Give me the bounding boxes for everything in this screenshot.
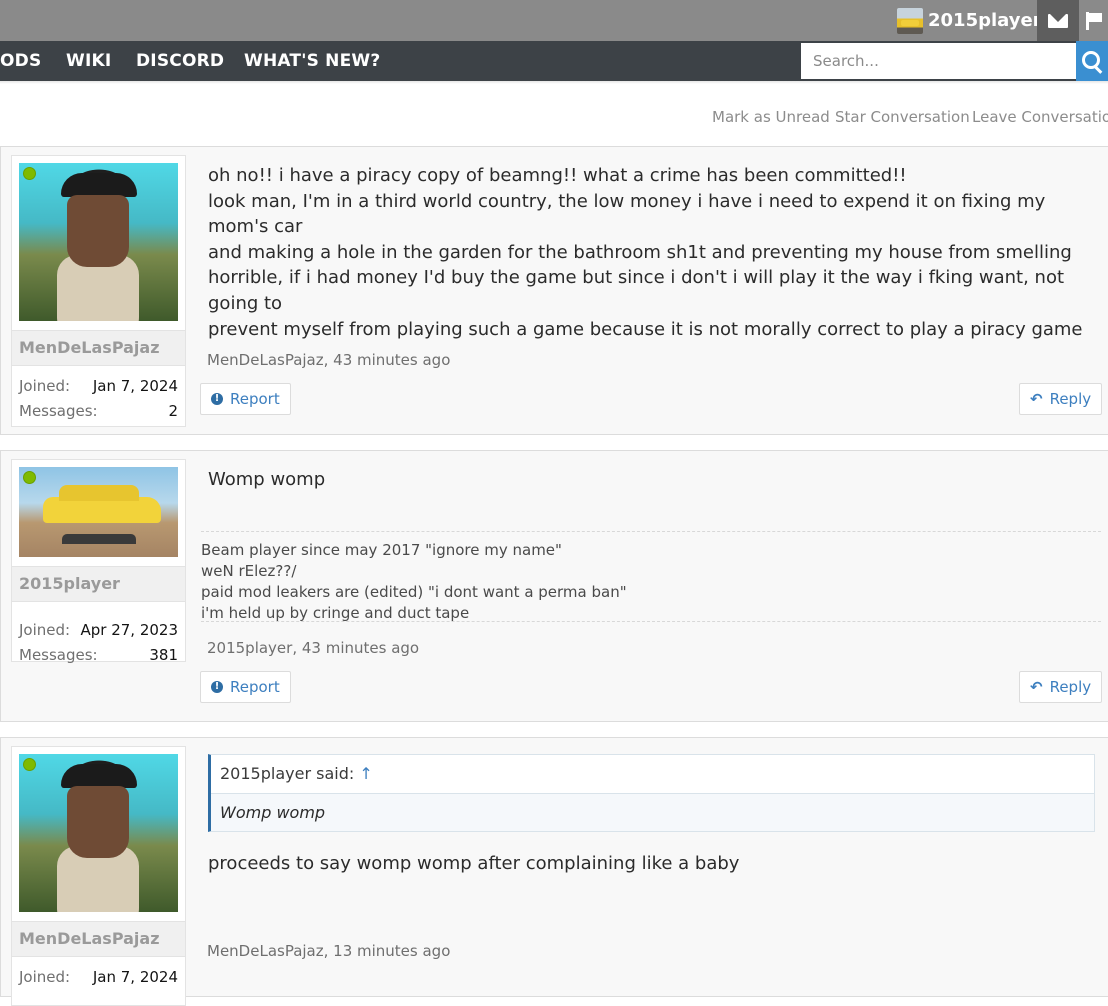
joined-value: Apr 27, 2023 — [80, 621, 178, 639]
signature-line: Beam player since may 2017 "ignore my na… — [201, 541, 562, 559]
report-button[interactable]: ! Report — [200, 383, 291, 415]
signature-line: paid mod leakers are (edited) "i dont wa… — [201, 583, 627, 601]
message-line: Womp womp — [208, 469, 326, 490]
account-username[interactable]: 2015player — [928, 10, 1042, 31]
message-line: prevent myself from playing such a game … — [208, 318, 1083, 340]
nav-item-discord[interactable]: DISCORD — [136, 41, 224, 81]
post-author-name[interactable]: MenDeLasPajaz — [12, 330, 185, 366]
search-button[interactable] — [1076, 41, 1108, 81]
message-line: horrible, if i had money I'd buy the gam… — [208, 267, 1065, 314]
quote-block: 2015player said: ↑ Womp womp — [208, 754, 1095, 832]
post-author-name[interactable]: MenDeLasPajaz — [12, 921, 185, 957]
online-indicator — [23, 471, 36, 484]
user-info-block: MenDeLasPajaz Joined: Jan 7, 2024 — [11, 746, 186, 1006]
joined-value: Jan 7, 2024 — [92, 377, 178, 395]
post-meta[interactable]: MenDeLasPajaz, 43 minutes ago — [207, 351, 450, 369]
avatar[interactable] — [19, 163, 178, 321]
reply-icon: ↶ — [1030, 390, 1043, 408]
leave-conversation-link[interactable]: Leave Conversation — [972, 108, 1108, 126]
message-body: oh no!! i have a piracy copy of beamng!!… — [208, 163, 1098, 342]
alerts-button[interactable] — [1080, 0, 1108, 41]
report-icon: ! — [211, 681, 223, 693]
inbox-button[interactable] — [1037, 0, 1079, 41]
report-label: Report — [230, 390, 280, 408]
message-post: 2015player Joined: Apr 27, 2023 Messages… — [0, 450, 1108, 722]
message-body: Womp womp — [208, 467, 1098, 493]
joined-value: Jan 7, 2024 — [92, 968, 178, 986]
online-indicator — [23, 167, 36, 180]
star-conversation-link[interactable]: Star Conversation — [835, 108, 970, 126]
joined-stat: Joined: Jan 7, 2024 — [19, 968, 178, 986]
user-info-block: 2015player Joined: Apr 27, 2023 Messages… — [11, 459, 186, 664]
quote-jump-arrow-icon[interactable]: ↑ — [359, 764, 372, 783]
search-icon — [1082, 50, 1100, 69]
mark-unread-link[interactable]: Mark as Unread — [712, 108, 830, 126]
envelope-icon — [1048, 13, 1068, 28]
flag-icon — [1086, 11, 1102, 30]
joined-label: Joined: — [19, 968, 71, 986]
messages-label: Messages: — [19, 402, 98, 420]
reply-label: Reply — [1049, 678, 1092, 696]
online-indicator — [23, 758, 36, 771]
report-label: Report — [230, 678, 280, 696]
reply-label: Reply — [1049, 390, 1092, 408]
post-author-name[interactable]: 2015player — [12, 566, 185, 602]
messages-stat: Messages: 2 — [19, 402, 178, 420]
nav-shadow — [0, 81, 1108, 84]
message-post: MenDeLasPajaz Joined: Jan 7, 2024 2015pl… — [0, 737, 1108, 1006]
report-icon: ! — [211, 393, 223, 405]
joined-stat: Joined: Jan 7, 2024 — [19, 377, 178, 395]
avatar[interactable] — [19, 467, 178, 557]
message-line: look man, I'm in a third world country, … — [208, 190, 1046, 238]
quote-header: 2015player said: ↑ — [211, 755, 1094, 794]
post-meta[interactable]: 2015player, 43 minutes ago — [207, 639, 419, 657]
user-info-block: MenDeLasPajaz Joined: Jan 7, 2024 Messag… — [11, 155, 186, 427]
signature: Beam player since may 2017 "ignore my na… — [201, 531, 1101, 622]
top-bar: 2015player — [0, 0, 1108, 41]
messages-stat: Messages: 381 — [19, 646, 178, 664]
quote-text: Womp womp — [211, 794, 1094, 831]
post-meta[interactable]: MenDeLasPajaz, 13 minutes ago — [207, 942, 450, 960]
account-menu[interactable]: 2015player — [897, 0, 1042, 41]
report-button[interactable]: ! Report — [200, 671, 291, 703]
message-post: MenDeLasPajaz Joined: Jan 7, 2024 Messag… — [0, 146, 1108, 435]
messages-value[interactable]: 381 — [149, 646, 178, 664]
joined-label: Joined: — [19, 621, 71, 639]
joined-stat: Joined: Apr 27, 2023 — [19, 621, 178, 639]
message-line: oh no!! i have a piracy copy of beamng!!… — [208, 165, 907, 186]
quote-author: 2015player said: — [220, 764, 355, 783]
nav-item-wiki[interactable]: WIKI — [66, 41, 111, 81]
search-input[interactable] — [801, 43, 1076, 79]
signature-line: i'm held up by cringe and duct tape — [201, 604, 470, 622]
message-line: and making a hole in the garden for the … — [208, 241, 1072, 263]
user-avatar[interactable] — [897, 7, 923, 34]
signature-line: weN rElez??/ — [201, 562, 297, 580]
avatar[interactable] — [19, 754, 178, 912]
messages-label: Messages: — [19, 646, 98, 664]
message-body: proceeds to say womp womp after complain… — [208, 851, 1098, 877]
joined-label: Joined: — [19, 377, 71, 395]
nav-item-whats-new[interactable]: WHAT'S NEW? — [244, 41, 380, 81]
messages-value[interactable]: 2 — [168, 402, 178, 420]
message-line: proceeds to say womp womp after complain… — [208, 853, 740, 874]
nav-item-mods[interactable]: ODS — [0, 41, 41, 81]
reply-icon: ↶ — [1030, 678, 1043, 696]
reply-button[interactable]: ↶ Reply — [1019, 383, 1103, 415]
reply-button[interactable]: ↶ Reply — [1019, 671, 1103, 703]
